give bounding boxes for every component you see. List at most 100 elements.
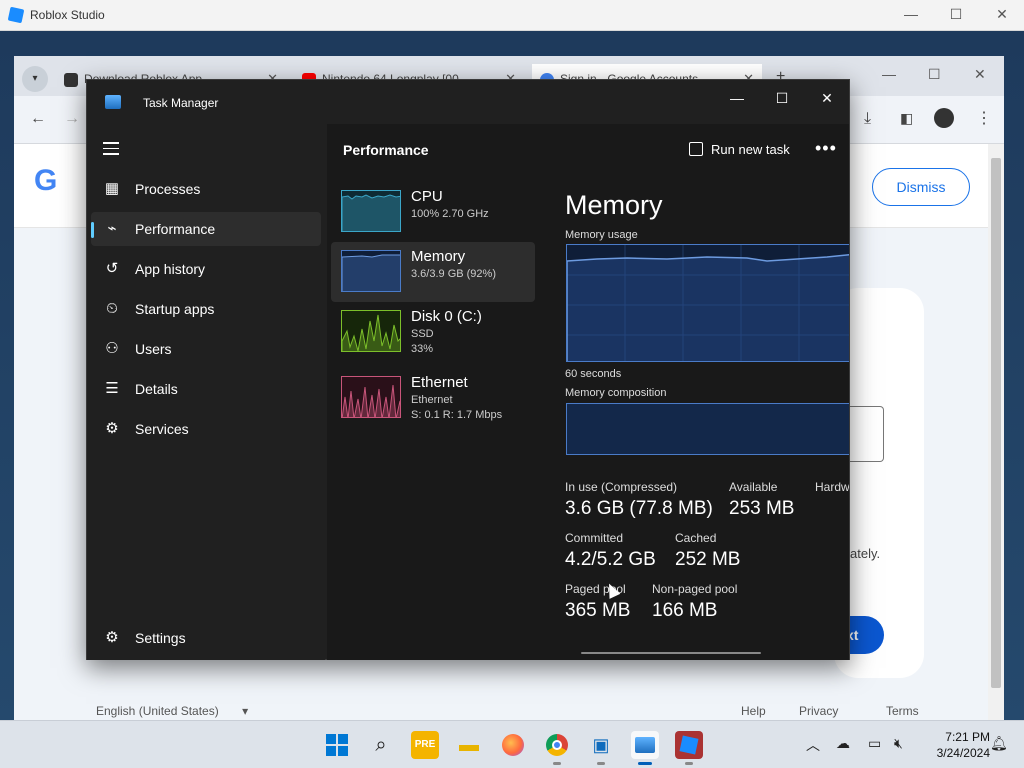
resource-item-disk[interactable]: Disk 0 (C:) SSD 33% (331, 302, 535, 362)
tm-sidebar: ▦ Processes ⌁ Performance ↺ App history … (87, 124, 325, 660)
resource-name: CPU (411, 188, 443, 205)
committed-value: 4.2/5.2 GB (565, 549, 656, 570)
signin-hint-text: ately. (850, 546, 881, 561)
volume-muted-icon[interactable]: 🔇︎ (894, 735, 903, 752)
clock-time: 7:21 PM (945, 730, 990, 744)
task-manager-taskbar-icon[interactable] (631, 731, 659, 765)
start-button[interactable] (323, 731, 351, 759)
nav-item-startup-apps[interactable]: ⏲ Startup apps (91, 292, 321, 326)
nav-item-performance[interactable]: ⌁ Performance (91, 212, 321, 246)
tm-main-panel: Performance Run new task ••• CPU 100% 2.… (327, 124, 849, 660)
running-indicator (685, 762, 693, 765)
task-manager-title-bar: Task Manager — ☐ ✕ (87, 80, 849, 124)
chrome-close-button[interactable]: ✕ (974, 66, 986, 83)
task-manager-icon (105, 95, 121, 109)
disk-thumbnail-graph (341, 310, 401, 352)
roblox-studio-logo-icon (7, 6, 25, 24)
roblox-studio-taskbar-icon[interactable] (675, 731, 703, 765)
memory-usage-label: Memory usage (565, 229, 638, 241)
tm-maximize-button[interactable]: ☐ (770, 86, 794, 110)
tm-close-button[interactable]: ✕ (815, 86, 839, 110)
system-clock[interactable]: 7:21 PM 3/24/2024 (918, 729, 990, 761)
microsoft-store-icon[interactable]: ▣ (587, 731, 615, 765)
more-options-icon[interactable]: ••• (815, 138, 837, 159)
run-new-task-button[interactable]: Run new task (689, 142, 790, 157)
signin-footer: English (United States) ▾ Help Privacy T… (96, 704, 976, 718)
nav-item-settings[interactable]: ⚙ Settings (91, 621, 321, 655)
running-indicator (597, 762, 605, 765)
nav-item-processes[interactable]: ▦ Processes (91, 172, 321, 206)
performance-header: Performance Run new task ••• (327, 124, 849, 174)
run-task-label: Run new task (711, 142, 790, 157)
maximize-button[interactable]: ☐ (947, 6, 965, 24)
tab-search-button[interactable]: ▾ (22, 66, 48, 92)
users-icon: ⚇ (105, 340, 119, 357)
resource-item-memory[interactable]: Memory 3.6/3.9 GB (92%) (331, 242, 535, 302)
privacy-link[interactable]: Privacy (799, 704, 838, 718)
nav-label: Startup apps (135, 301, 215, 317)
resource-detail: Ethernet (411, 394, 453, 406)
download-icon[interactable]: ⤓ (864, 110, 871, 128)
chrome-icon[interactable] (543, 731, 571, 765)
dismiss-button[interactable]: Dismiss (872, 168, 970, 206)
performance-icon: ⌁ (107, 220, 117, 237)
resource-detail: 3.6/3.9 GB (92%) (411, 268, 496, 280)
nav-item-details[interactable]: ☰ Details (91, 372, 321, 406)
detail-title: Memory (565, 190, 663, 220)
services-icon: ⚙ (105, 420, 119, 437)
firefox-icon[interactable] (499, 731, 527, 759)
notification-bell-icon[interactable]: 🔔︎ (990, 735, 1008, 752)
resource-usage: S: 0.1 R: 1.7 Mbps (411, 409, 503, 421)
nav-item-app-history[interactable]: ↺ App history (91, 252, 321, 286)
resource-item-cpu[interactable]: CPU 100% 2.70 GHz (331, 182, 535, 242)
show-hidden-icons-chevron-icon[interactable]: ︿ (806, 735, 820, 755)
network-icon[interactable]: ▭ (868, 735, 881, 752)
memory-composition-label: Memory composition (565, 387, 667, 399)
minimize-button[interactable]: — (902, 6, 920, 24)
resource-name: Memory (411, 248, 466, 265)
back-button[interactable]: ← (30, 110, 46, 128)
language-select[interactable]: English (United States) (96, 704, 219, 718)
startup-apps-icon: ⏲ (106, 300, 118, 317)
nav-item-services[interactable]: ⚙ Services (91, 412, 321, 446)
chrome-minimize-button[interactable]: — (882, 66, 896, 82)
cached-label: Cached (675, 531, 717, 545)
nav-item-users[interactable]: ⚇ Users (91, 332, 321, 366)
close-button[interactable]: ✕ (993, 6, 1011, 24)
cpu-thumbnail-graph (341, 190, 401, 232)
side-panel-icon[interactable]: ◧ (900, 110, 913, 127)
hardware-reserved-label: Hardw (815, 480, 849, 494)
running-indicator (553, 762, 561, 765)
search-icon[interactable]: ⌕ (367, 731, 395, 759)
horizontal-scroll-indicator[interactable] (581, 652, 761, 654)
details-icon: ☰ (105, 380, 119, 397)
nav-label: App history (135, 261, 206, 277)
scrollbar-thumb[interactable] (991, 158, 1001, 688)
settings-gear-icon: ⚙ (105, 629, 119, 646)
taskbar: ⌕ PRE ▬ ▣ ︿ ☁ ▭ 🔇︎ 7:21 PM 3/24/2024 🔔︎ (0, 720, 1024, 768)
non-paged-pool-value: 166 MB (652, 600, 718, 621)
nav-label: Users (135, 341, 172, 357)
chrome-maximize-button[interactable]: ☐ (928, 66, 941, 83)
running-indicator (638, 762, 652, 765)
profile-avatar[interactable] (934, 108, 954, 128)
available-value: 253 MB (729, 498, 795, 519)
roblox-tab-icon (64, 73, 78, 87)
available-label: Available (729, 480, 778, 494)
memory-usage-graph (566, 244, 849, 362)
help-link[interactable]: Help (741, 704, 766, 718)
clock-date: 3/24/2024 (936, 746, 990, 760)
forward-button[interactable]: → (64, 110, 80, 128)
hamburger-menu-icon[interactable] (103, 142, 119, 156)
onedrive-icon[interactable]: ☁ (836, 735, 850, 752)
file-explorer-icon[interactable]: ▬ (455, 731, 483, 759)
in-use-label: In use (Compressed) (565, 480, 678, 494)
page-scrollbar[interactable] (988, 144, 1004, 720)
terms-link[interactable]: Terms (886, 704, 919, 718)
tm-minimize-button[interactable]: — (725, 86, 749, 110)
ethernet-thumbnail-graph (341, 376, 401, 418)
copilot-preview-icon[interactable]: PRE (411, 731, 439, 759)
studio-title: Roblox Studio (30, 8, 105, 22)
chrome-menu-icon[interactable]: ⋮ (976, 108, 992, 128)
resource-item-ethernet[interactable]: Ethernet Ethernet S: 0.1 R: 1.7 Mbps (331, 368, 535, 428)
